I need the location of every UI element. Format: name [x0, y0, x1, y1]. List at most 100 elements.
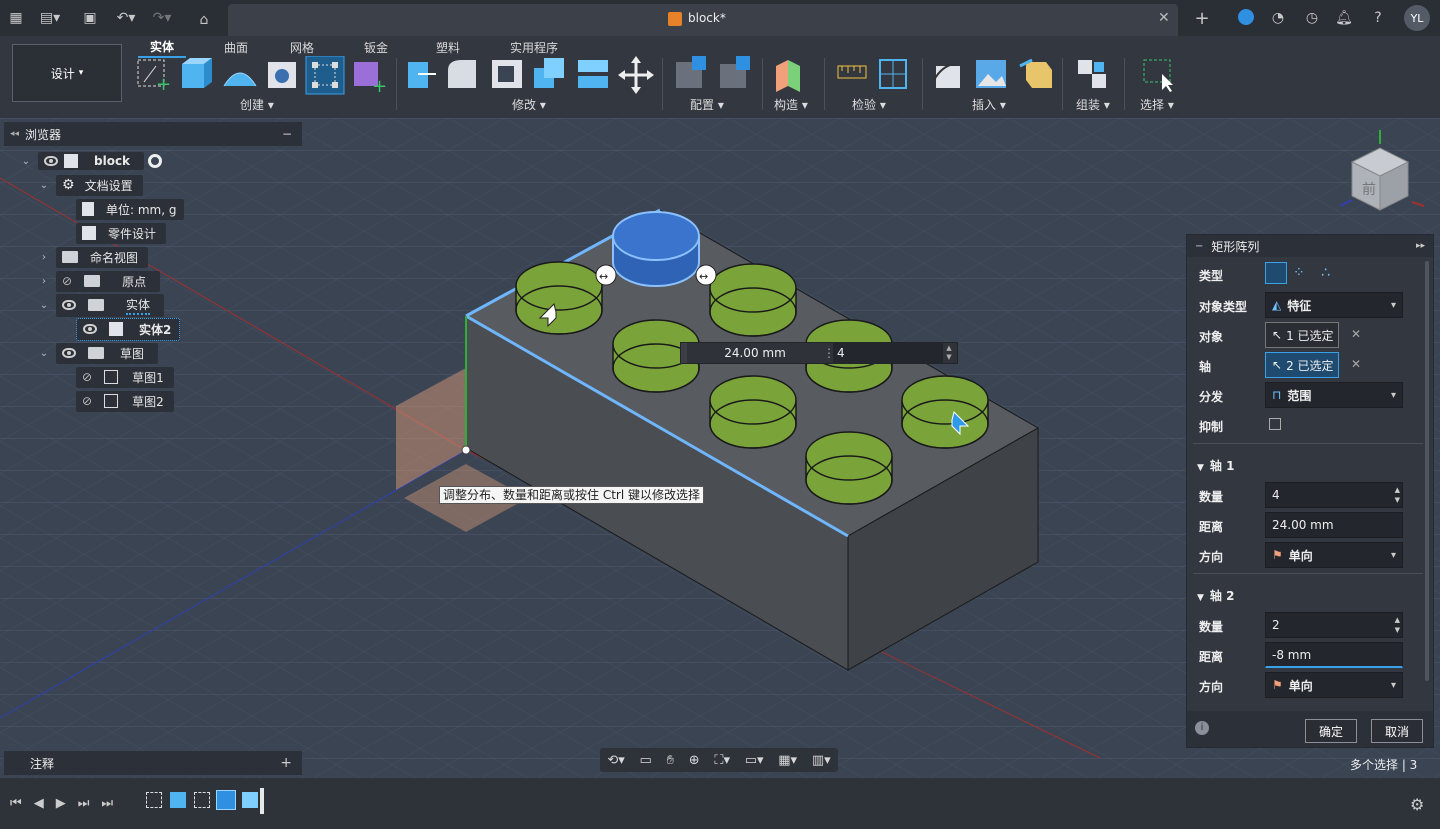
viewports-icon[interactable]: ▥▾	[812, 753, 831, 768]
extrude-icon[interactable]	[182, 58, 212, 88]
suppress-checkbox[interactable]	[1269, 418, 1281, 430]
fillet-icon[interactable]	[448, 60, 476, 88]
visibility-icon[interactable]	[62, 348, 76, 358]
browser-item-body2[interactable]: 实体2	[76, 317, 181, 341]
browser-item-units[interactable]: 单位: mm, g	[76, 198, 185, 220]
insert-mesh-icon[interactable]	[1019, 58, 1052, 88]
chevron-right-icon[interactable]: ›	[38, 276, 50, 287]
assemble-icon[interactable]	[1078, 60, 1106, 88]
look-at-icon[interactable]: ▭	[640, 753, 652, 768]
measure-icon[interactable]	[837, 65, 867, 79]
axis1-section[interactable]: ▼ 轴 1	[1197, 457, 1234, 474]
distribution-select[interactable]: ⊓ 范围	[1265, 382, 1403, 408]
group-select[interactable]: 选择 ▾	[1140, 96, 1174, 113]
type-linear-icon[interactable]	[1265, 262, 1287, 284]
viewcube[interactable]: 前	[1332, 124, 1428, 220]
chevron-down-icon[interactable]: ⌄	[20, 156, 32, 167]
chevron-right-icon[interactable]: ›	[38, 252, 50, 263]
tab-solid[interactable]: 实体	[138, 36, 186, 58]
insert-canvas-icon[interactable]	[976, 60, 1006, 88]
play-icon[interactable]: ▶︎	[56, 796, 66, 811]
info-icon[interactable]: i	[1195, 721, 1209, 735]
type-grid-icon[interactable]: ⁘	[1293, 265, 1305, 281]
axis1-quantity-input[interactable]: 4 ▲ ▼	[1265, 482, 1403, 508]
group-create[interactable]: 创建 ▾	[240, 96, 274, 113]
activate-radio-icon[interactable]	[148, 154, 163, 168]
apps-grid-icon[interactable]: ▦	[6, 8, 26, 28]
group-assemble[interactable]: 组装 ▾	[1076, 96, 1110, 113]
display-settings-icon[interactable]: ▭▾	[745, 753, 764, 768]
shell-icon[interactable]	[492, 60, 522, 88]
axis1-distance-input[interactable]: 24.00 mm	[1265, 512, 1403, 538]
count-spinner[interactable]: ▲ ▼	[943, 344, 955, 362]
group-modify[interactable]: 修改 ▾	[512, 96, 546, 113]
step-back-icon[interactable]: ◀︎	[34, 796, 44, 811]
group-inspect[interactable]: 检验 ▾	[852, 96, 886, 113]
ok-button[interactable]: 确定	[1305, 719, 1357, 743]
hidden-eye-icon[interactable]: ⊘	[62, 274, 72, 288]
collapse-icon[interactable]: ◂◂	[10, 129, 19, 139]
interference-icon[interactable]	[879, 59, 907, 89]
timeline-sketch1-icon[interactable]	[146, 792, 162, 808]
orbit-icon[interactable]: ⟲▾	[607, 753, 624, 768]
split-body-icon[interactable]	[578, 60, 608, 88]
browser-item-sketch1[interactable]: ⊘ 草图1	[76, 366, 174, 388]
file-menu-icon[interactable]: ▤▾	[40, 8, 60, 28]
save-icon[interactable]: ▣	[80, 8, 100, 28]
fit-icon[interactable]: ⛶▾	[714, 753, 730, 768]
axis2-distance-input[interactable]: -8 mm	[1265, 642, 1403, 668]
dialog-scrollbar[interactable]	[1425, 261, 1429, 681]
new-tab-icon[interactable]: +	[1192, 8, 1212, 29]
hole-icon[interactable]	[268, 62, 296, 88]
timeline-pattern-icon[interactable]	[242, 792, 258, 808]
tab-surface[interactable]: 曲面	[212, 36, 260, 58]
group-configure[interactable]: 配置 ▾	[690, 96, 724, 113]
move-icon[interactable]	[618, 56, 654, 94]
select-icon[interactable]	[1143, 59, 1173, 92]
browser-item-sketch2[interactable]: ⊘ 草图2	[76, 390, 174, 412]
timeline-sketch2-icon[interactable]	[194, 792, 210, 808]
object-type-select[interactable]: ◭ 特征	[1265, 292, 1403, 318]
insert-derive-icon[interactable]	[933, 63, 960, 88]
visibility-icon[interactable]	[44, 156, 58, 166]
new-component-icon[interactable]: +	[354, 62, 387, 96]
close-tab-icon[interactable]: ✕	[1158, 10, 1170, 26]
notifications-icon[interactable]: 🔔︎	[1334, 8, 1354, 28]
axis-selector[interactable]: ↖ 2 已选定	[1265, 352, 1339, 378]
type-path-icon[interactable]: ∴	[1321, 265, 1330, 281]
count-input[interactable]: 4	[833, 343, 943, 363]
clear-objects-icon[interactable]: ✕	[1351, 327, 1361, 341]
objects-selector[interactable]: ↖ 1 已选定	[1265, 322, 1339, 348]
axis2-section[interactable]: ▼ 轴 2	[1197, 587, 1234, 604]
timeline-settings-icon[interactable]: ⚙	[1410, 795, 1424, 814]
parameters-icon[interactable]	[676, 56, 706, 88]
go-to-start-icon[interactable]: ⏮	[10, 796, 22, 811]
hidden-eye-icon[interactable]: ⊘	[82, 370, 92, 384]
timeline-extrude1-icon[interactable]	[170, 792, 186, 808]
chevron-down-icon[interactable]: ⌄	[38, 348, 50, 359]
browser-item-part-design[interactable]: 零件设计	[76, 222, 167, 244]
add-comment-icon[interactable]: +	[280, 755, 292, 771]
job-status-icon[interactable]	[1238, 9, 1254, 25]
tab-plastic[interactable]: 塑料	[424, 36, 472, 58]
group-construct[interactable]: 构造 ▾	[774, 96, 808, 113]
minimize-icon[interactable]: −	[282, 127, 292, 141]
tab-mesh[interactable]: 网格	[278, 36, 326, 58]
browser-item-block[interactable]: ⌄ block	[20, 150, 163, 172]
step-forward-icon[interactable]: ⏭	[78, 796, 90, 811]
network-icon[interactable]: ◔	[1268, 8, 1288, 28]
drag-handle-icon[interactable]: ⋮	[823, 346, 835, 360]
distance-input[interactable]: 24.00 mm	[687, 346, 823, 360]
zoom-icon[interactable]: ⊕	[689, 753, 700, 768]
document-tab[interactable]: block* ✕	[228, 4, 1178, 36]
help-icon[interactable]: ?	[1368, 8, 1388, 28]
construct-plane-icon[interactable]	[776, 60, 800, 92]
timeline-extrude2-icon[interactable]	[216, 790, 236, 810]
undo-icon[interactable]: ↶▾	[116, 8, 136, 28]
axis2-quantity-input[interactable]: 2 ▲ ▼	[1265, 612, 1403, 638]
group-insert[interactable]: 插入 ▾	[972, 96, 1006, 113]
chevron-down-icon[interactable]: ⌄	[38, 180, 50, 191]
cancel-button[interactable]: 取消	[1371, 719, 1423, 743]
visibility-icon[interactable]	[83, 324, 97, 334]
rectangular-pattern-icon[interactable]	[305, 56, 345, 95]
